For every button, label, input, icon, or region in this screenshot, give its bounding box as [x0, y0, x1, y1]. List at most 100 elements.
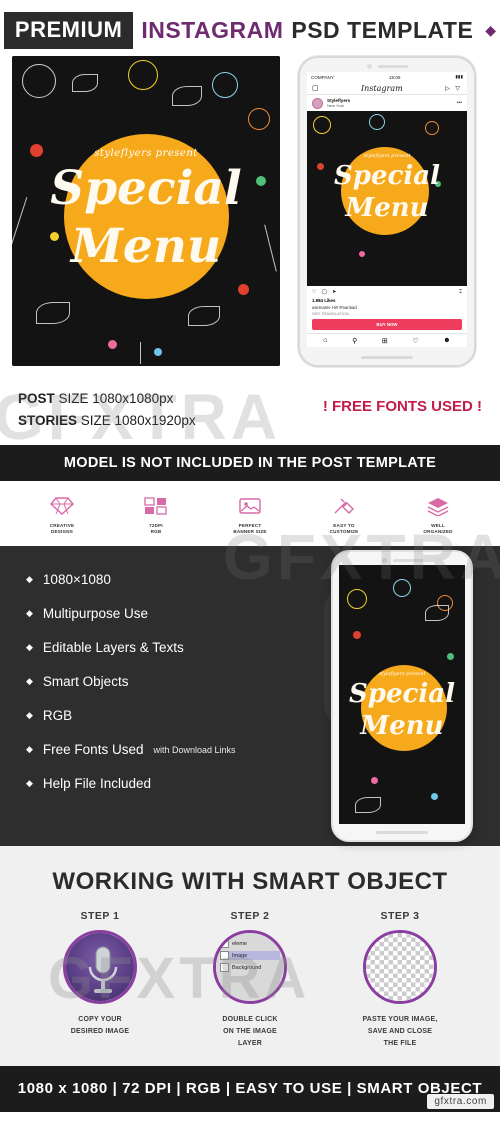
diamond-bullet-icon: ◆ — [26, 574, 33, 585]
profile-icon[interactable]: ☻ — [443, 337, 450, 344]
step-title: STEP 3 — [380, 910, 420, 923]
header-instagram: INSTAGRAM — [141, 16, 284, 43]
doodle-leaf — [172, 86, 202, 106]
stories-phone-mockup: styleflyers present Special Menu — [304, 546, 500, 846]
phone-mockup: COMPANY 15:09 ▮▮▮ ▢ Instagram ▷ ▽ Stylef… — [286, 56, 488, 374]
bullet-label: Editable Layers & Texts — [42, 640, 184, 656]
size-lines: POST SIZE 1080x1080px STORIES SIZE 1080x… — [18, 388, 196, 433]
step-1: STEP 1 COPY YOUR DESIRED IMAGE — [44, 910, 156, 1050]
step-thumbnail — [63, 930, 137, 1005]
status-battery: ▮▮▮ — [455, 74, 463, 79]
list-item: ◆ RGB — [26, 708, 304, 723]
step-thumbnail — [363, 930, 437, 1005]
doodle-leaf — [355, 797, 381, 814]
bottom-nav: ⌂ ⚲ ⊞ ♡ ☻ — [307, 333, 467, 347]
phone-notch — [300, 62, 474, 71]
bottom-specs-text: 1080 x 1080 | 72 DPI | RGB | EASY TO USE… — [17, 1080, 483, 1098]
bullet-label: Free Fonts Used — [42, 742, 144, 758]
doodle-dot — [371, 777, 378, 785]
diamond-bullet-icon: ◆ — [26, 778, 33, 789]
doodle-leaf — [425, 605, 449, 622]
features-list: ◆ 1080×1080 ◆ Multipurpose Use ◆ Editable L… — [0, 546, 304, 846]
buy-now-button[interactable]: BUY NOW — [312, 319, 462, 330]
bullet-label: Help File Included — [42, 776, 151, 792]
more-options-icon[interactable]: ••• — [457, 100, 462, 106]
feature-icons-row: CREATIVE DESIGNS 72DPI RGB PERFECT BANNE… — [0, 480, 500, 547]
tools-icon — [308, 493, 380, 519]
poster-presents: styleflyers present — [378, 671, 426, 678]
model-not-included-banner: MODEL IS NOT INCLUDED IN THE POST TEMPLA… — [0, 444, 500, 481]
camera-icon[interactable]: ▢ — [312, 84, 319, 92]
step-caption: COPY YOUR DESIRED IMAGE — [70, 1016, 130, 1036]
post-value: SIZE 1080x1080px — [54, 391, 174, 406]
steps-row: STEP 1 COPY YOUR DESIRED IMAGE STEP 2 el… — [0, 910, 500, 1050]
camera-icon — [381, 558, 387, 564]
status-bar: COMPANY 15:09 ▮▮▮ — [307, 72, 467, 82]
poster-title-line1: Special — [349, 679, 455, 710]
doodle-ring — [369, 114, 385, 130]
step-caption: PASTE YOUR IMAGE, SAVE AND CLOSE THE FIL… — [362, 1016, 438, 1048]
layer-label: eleme — [232, 940, 247, 947]
share-icon[interactable]: ➤ — [332, 289, 336, 295]
post-label: POST — [18, 391, 55, 406]
poster-title-line2: Menu — [70, 219, 222, 274]
poster-presents: styleflyers present — [363, 153, 411, 159]
feature-caption: PERFECT BANNER SIZE — [233, 522, 267, 535]
add-post-icon[interactable]: ⊞ — [382, 337, 388, 345]
site-credit[interactable]: gfxtra.com — [427, 1093, 494, 1109]
feature-item: PERFECT BANNER SIZE — [214, 493, 286, 537]
diamond-bullet-icon: ◆ — [26, 676, 33, 687]
poster-artwork: styleflyers present Special Menu — [12, 56, 280, 366]
phone-frame-2: styleflyers present Special Menu — [331, 550, 473, 843]
activity-icon[interactable]: ♡ — [412, 337, 418, 345]
layers-icon — [402, 493, 474, 519]
poster-title-line1: Special — [334, 161, 440, 191]
see-translation-link[interactable]: SEE TRANSLATION — [312, 311, 462, 317]
home-icon[interactable]: ⌂ — [323, 337, 327, 344]
list-item: ◆ 1080×1080 — [26, 572, 304, 587]
layer-label: Image — [232, 952, 248, 959]
doodle-ring — [248, 108, 270, 130]
doodle-dot — [154, 348, 162, 356]
premium-badge: PREMIUM — [3, 11, 134, 49]
doodle-leaf — [72, 74, 98, 92]
likes-count: 1.984 Likes — [312, 298, 336, 304]
topbar-icons[interactable]: ▷ ▽ — [445, 85, 462, 92]
avatar[interactable] — [312, 97, 323, 109]
doodle-dot — [353, 631, 361, 640]
page-header: PREMIUM INSTAGRAM PSD TEMPLATE ◆ — [0, 0, 500, 56]
comment-icon[interactable]: ◯ — [321, 289, 327, 295]
poster-title-line2: Menu — [345, 193, 429, 223]
smart-object-heading: WORKING WITH SMART OBJECT — [52, 868, 448, 896]
layer-label: Background — [232, 964, 262, 971]
list-item: ◆ Free Fonts Used with Download Links — [26, 742, 304, 757]
bookmark-icon[interactable]: ⌶ — [459, 289, 462, 295]
doodle-dot — [447, 653, 454, 661]
poster-preview: styleflyers present Special Menu — [12, 56, 280, 366]
hero-section: styleflyers present Special Menu COMPANY… — [0, 56, 500, 374]
stories-label: STORIES — [18, 413, 78, 429]
bottom-specs-bar: 1080 x 1080 | 72 DPI | RGB | EASY TO USE… — [0, 1065, 500, 1112]
step-2: STEP 2 eleme Image Background DOUBLE CLI… — [194, 910, 306, 1050]
layer-thumb — [220, 963, 229, 973]
phone-screen-2: styleflyers present Special Menu — [339, 565, 465, 825]
doodle-ring — [313, 116, 331, 134]
phone-screen: COMPANY 15:09 ▮▮▮ ▢ Instagram ▷ ▽ Stylef… — [307, 72, 467, 347]
layer-row-selected[interactable]: Image — [220, 951, 280, 961]
doodle-ring — [393, 579, 411, 598]
list-item: ◆ Smart Objects — [26, 674, 304, 689]
feature-caption: CREATIVE DESIGNS — [49, 522, 75, 535]
step-title: STEP 2 — [230, 910, 270, 923]
layers-panel: eleme Image Background — [216, 933, 284, 1002]
doodle-ring — [212, 72, 238, 98]
status-time: 15:09 — [388, 74, 401, 80]
like-icon[interactable]: ♡ — [312, 289, 316, 295]
list-item: ◆ Editable Layers & Texts — [26, 640, 304, 655]
search-icon[interactable]: ⚲ — [352, 337, 357, 345]
doodle-dot — [431, 793, 438, 801]
feature-caption: EASY TO CUSTOMIZE — [329, 522, 359, 535]
bullet-label: 1080×1080 — [42, 572, 111, 588]
feature-item: WELL ORGANIZED — [402, 493, 474, 537]
post-actions: ♡ ◯ ➤ ⌶ — [307, 286, 467, 298]
stories-size-line: STORIES SIZE 1080x1920px — [18, 410, 196, 432]
